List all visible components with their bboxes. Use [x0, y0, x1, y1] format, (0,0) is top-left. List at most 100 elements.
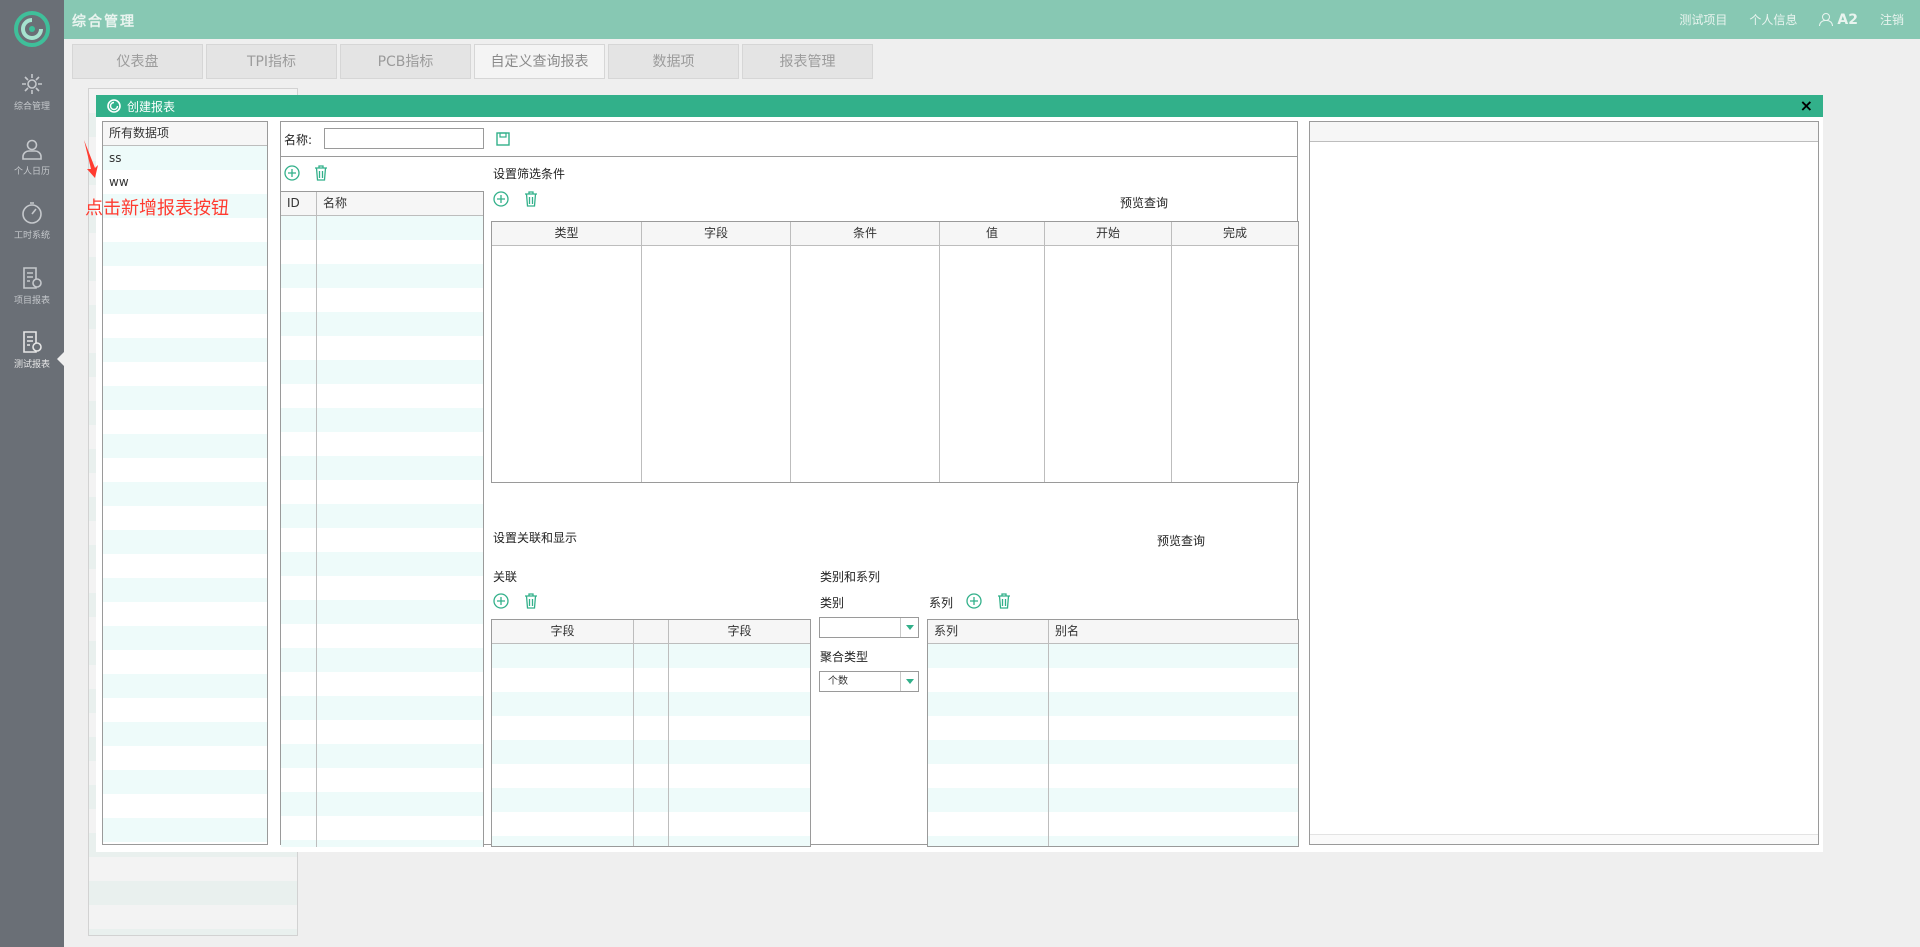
app-logo-icon[interactable]: [13, 10, 51, 48]
delete-join-icon[interactable]: [522, 592, 540, 610]
preview-header: [1310, 122, 1818, 142]
join-grid: 字段 字段: [491, 619, 811, 847]
delete-filter-icon[interactable]: [522, 190, 540, 208]
data-item[interactable]: ww: [103, 170, 267, 194]
relation-section-title: 设置关联和显示: [493, 531, 578, 545]
add-filter-icon[interactable]: [492, 190, 510, 208]
filter-grid-header: 类型 字段 条件 值 开始 完成: [492, 222, 1298, 246]
data-items-panel: 所有数据项 ss ww: [102, 121, 268, 845]
column-header[interactable]: 开始: [1045, 222, 1172, 245]
user-icon: [1819, 13, 1834, 26]
chevron-down-icon: [900, 672, 918, 691]
profile-link[interactable]: 个人信息: [1749, 11, 1797, 28]
logout-link[interactable]: 注销: [1880, 11, 1904, 28]
category-select[interactable]: [819, 617, 919, 638]
column-header[interactable]: 别名: [1049, 620, 1298, 643]
tab-dashboard[interactable]: 仪表盘: [72, 44, 203, 79]
category-series-label: 类别和系列: [820, 570, 881, 584]
data-items-header: 所有数据项: [103, 122, 267, 146]
grid-column: [928, 644, 1049, 846]
add-report-icon[interactable]: [283, 164, 301, 182]
tab-bar: 仪表盘 TPI指标 PCB指标 自定义查询报表 数据项 报表管理: [72, 44, 876, 79]
report-list-header: ID 名称: [281, 192, 483, 216]
column-header[interactable]: 完成: [1172, 222, 1298, 245]
grid-column: [1045, 246, 1172, 482]
top-nav: 测试项目 个人信息 A2 注销: [1679, 11, 1904, 28]
category-label: 类别: [820, 596, 845, 610]
dialog-title-bar[interactable]: 创建报表 ×: [96, 95, 1823, 117]
tab-pcb[interactable]: PCB指标: [340, 44, 471, 79]
sidebar-item-label: 个人日历: [13, 167, 50, 177]
sidebar-item-test-report[interactable]: 测试报表: [0, 330, 64, 390]
preview-panel: [1309, 121, 1819, 845]
aggregation-select-value: 个数: [828, 676, 848, 687]
column-header[interactable]: 值: [940, 222, 1045, 245]
grid-column: [791, 246, 940, 482]
add-join-icon[interactable]: [492, 592, 510, 610]
grid-column: [492, 644, 634, 846]
sidebar-item-project-report[interactable]: 项目报表: [0, 266, 64, 326]
join-label: 关联: [493, 570, 518, 584]
top-bar: 综合管理 测试项目 个人信息 A2 注销: [0, 0, 1920, 39]
gear-icon: [22, 74, 42, 94]
delete-series-icon[interactable]: [995, 592, 1013, 610]
grid-column: [492, 246, 642, 482]
series-grid-header: 系列 别名: [928, 620, 1298, 644]
save-icon[interactable]: [494, 130, 512, 148]
user-menu[interactable]: A2: [1819, 12, 1858, 28]
person-icon: [22, 139, 42, 160]
column-header[interactable]: 字段: [492, 620, 634, 643]
name-label: 名称:: [284, 133, 313, 147]
annotation-hint: 点击新增报表按钮: [85, 198, 229, 219]
data-item[interactable]: ss: [103, 146, 267, 170]
grid-column: [642, 246, 791, 482]
editor-divider: [281, 156, 1297, 157]
clock-icon: [22, 202, 42, 224]
report-icon: [23, 267, 42, 289]
delete-report-icon[interactable]: [312, 164, 330, 182]
series-grid: 系列 别名: [927, 619, 1299, 847]
aggregation-label: 聚合类型: [820, 650, 869, 664]
tab-tpi[interactable]: TPI指标: [206, 44, 337, 79]
app-title: 综合管理: [72, 14, 136, 30]
user-name: A2: [1837, 11, 1858, 28]
column-header[interactable]: 字段: [669, 620, 810, 643]
sidebar-item-timesheet[interactable]: 工时系统: [0, 201, 64, 261]
sidebar-item-label: 工时系统: [13, 231, 50, 241]
sidebar-item-label: 项目报表: [13, 296, 50, 306]
report-name-input[interactable]: [324, 128, 484, 149]
red-arrow-icon: [84, 140, 98, 178]
chevron-down-icon: [900, 618, 918, 637]
aggregation-select[interactable]: 个数: [819, 671, 919, 692]
sidebar-item-label: 综合管理: [13, 102, 50, 112]
column-header[interactable]: 条件: [791, 222, 940, 245]
dialog-title: 创建报表: [127, 100, 176, 114]
join-grid-header: 字段 字段: [492, 620, 810, 644]
add-series-icon[interactable]: [965, 592, 983, 610]
column-header[interactable]: 系列: [928, 620, 1049, 643]
column-header[interactable]: [634, 620, 669, 643]
grid-column: [634, 644, 669, 846]
series-label: 系列: [929, 596, 954, 610]
sidebar-item-general[interactable]: 综合管理: [0, 72, 64, 132]
tab-data-items[interactable]: 数据项: [608, 44, 739, 79]
tab-custom-query[interactable]: 自定义查询报表: [474, 44, 605, 79]
column-header[interactable]: 类型: [492, 222, 642, 245]
preview-query-button[interactable]: 预览查询: [1120, 194, 1168, 211]
filter-section-title: 设置筛选条件: [493, 167, 566, 181]
project-link[interactable]: 测试项目: [1679, 11, 1727, 28]
column-header[interactable]: 名称: [317, 192, 483, 215]
preview-query-button-2[interactable]: 预览查询: [1157, 532, 1205, 549]
tab-report-management[interactable]: 报表管理: [742, 44, 873, 79]
sidebar-item-calendar[interactable]: 个人日历: [0, 137, 64, 197]
grid-column: [940, 246, 1045, 482]
report-icon: [23, 331, 42, 353]
horizontal-scrollbar[interactable]: [1310, 834, 1818, 844]
close-button[interactable]: ×: [1800, 96, 1813, 116]
report-list-grid: ID 名称: [281, 191, 484, 847]
app-logo-icon: [107, 99, 121, 113]
column-header[interactable]: ID: [281, 192, 317, 215]
column-header[interactable]: 字段: [642, 222, 791, 245]
sidebar-item-label: 测试报表: [13, 360, 50, 370]
sidebar: 综合管理 个人日历 工时系统 项目报表 测试报表: [0, 0, 64, 947]
